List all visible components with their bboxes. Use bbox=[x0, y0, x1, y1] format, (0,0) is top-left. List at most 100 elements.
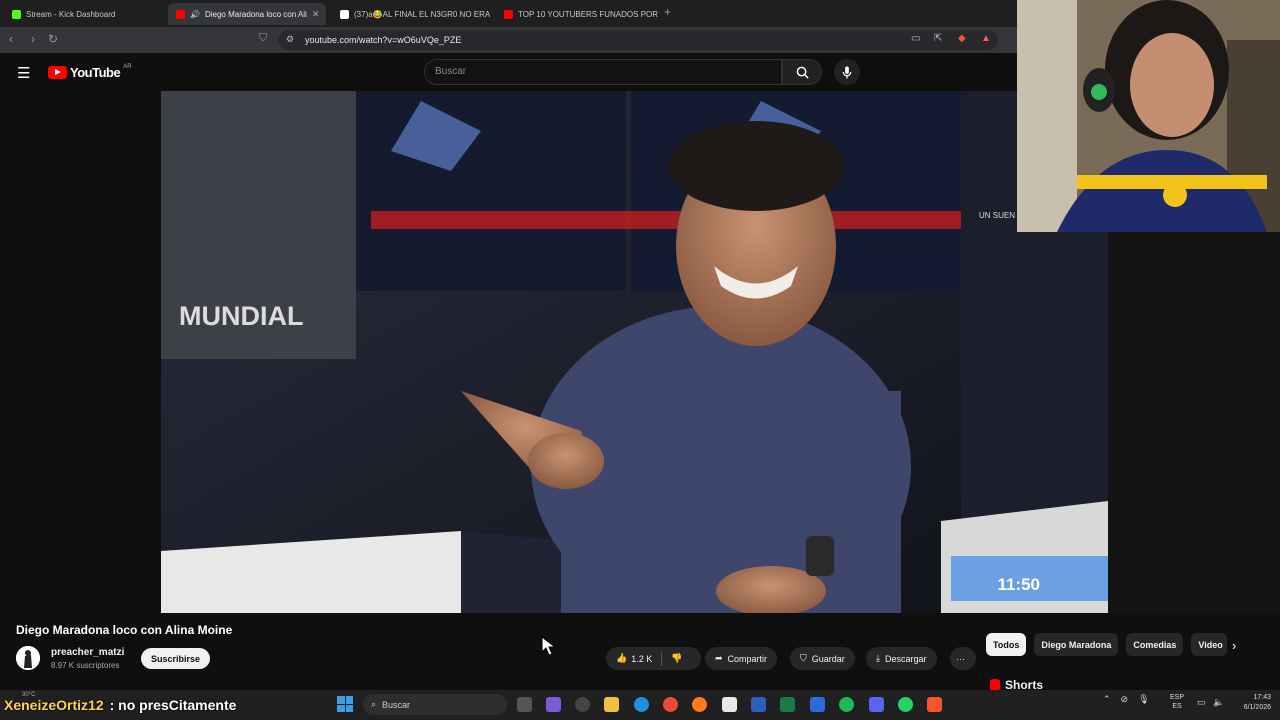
sidebar-placeholder bbox=[1108, 232, 1280, 613]
firefox-icon[interactable] bbox=[692, 697, 707, 712]
brave-icon[interactable] bbox=[927, 697, 942, 712]
mouse-cursor-icon bbox=[541, 636, 557, 656]
video-duration: 11:50 bbox=[997, 575, 1040, 594]
share-button[interactable]: ➦ Compartir bbox=[705, 647, 778, 670]
chrome-icon[interactable] bbox=[663, 697, 678, 712]
tray-chevron-icon[interactable]: ⌃ bbox=[1103, 694, 1111, 705]
spotify-icon[interactable] bbox=[839, 697, 854, 712]
language-indicator[interactable]: ESP ES bbox=[1170, 693, 1184, 711]
more-dots-icon: ··· bbox=[956, 653, 965, 664]
voice-search-button[interactable] bbox=[834, 59, 860, 85]
search-icon bbox=[796, 66, 809, 79]
search-placeholder: Buscar bbox=[435, 66, 467, 77]
chat-message: : no presCitamente bbox=[109, 697, 237, 713]
like-count: 1.2 K bbox=[631, 653, 653, 664]
taskbar-search[interactable]: ⌕ Buscar bbox=[363, 694, 507, 715]
url-text: youtube.com/watch?v=wO6uVQe_PZE bbox=[305, 35, 462, 45]
youtube-logo[interactable]: YouTube AR bbox=[48, 64, 132, 80]
subscribe-button[interactable]: Suscribirse bbox=[141, 648, 211, 669]
thumbs-down-icon: 👎 bbox=[671, 653, 683, 663]
back-icon[interactable]: ‹ bbox=[9, 32, 13, 46]
copilot-icon[interactable] bbox=[546, 697, 561, 712]
taskbar-search-placeholder: Buscar bbox=[382, 699, 411, 710]
hamburger-menu-icon[interactable]: ☰ bbox=[17, 64, 30, 82]
share-page-icon[interactable]: ⇱ bbox=[934, 33, 942, 44]
save-button[interactable]: ⛉ Guardar bbox=[790, 647, 855, 670]
chip-video[interactable]: Video bbox=[1191, 633, 1228, 656]
excel-icon[interactable] bbox=[780, 697, 795, 712]
save-label: Guardar bbox=[811, 653, 845, 664]
share-arrow-icon: ➦ bbox=[715, 653, 723, 663]
chips-next-icon[interactable]: › bbox=[1232, 638, 1236, 653]
chip-diego-maradona[interactable]: Diego Maradona bbox=[1034, 633, 1119, 656]
search-input[interactable]: Buscar bbox=[424, 59, 782, 85]
download-label: Descargar bbox=[884, 653, 927, 664]
word-icon[interactable] bbox=[751, 697, 766, 712]
file-explorer-icon[interactable] bbox=[604, 697, 619, 712]
like-dislike-group: 👍 1.2 K 👎 bbox=[606, 647, 701, 670]
clock-time: 17:43 bbox=[1253, 694, 1271, 701]
thumbs-up-icon: 👍 bbox=[616, 653, 628, 663]
tiktok-favicon-icon bbox=[340, 9, 349, 19]
chat-username: XeneizeOrtiz12 bbox=[4, 697, 104, 713]
forward-icon[interactable]: › bbox=[31, 32, 35, 46]
search-icon: ⌕ bbox=[371, 699, 377, 709]
video-player[interactable]: MUNDIAL UN SUEN 11:50 bbox=[161, 91, 1108, 613]
edge-icon[interactable] bbox=[634, 697, 649, 712]
close-tab-icon[interactable]: ✕ bbox=[312, 9, 320, 20]
store-icon[interactable] bbox=[722, 697, 737, 712]
video-overlay-un-suen: UN SUEN bbox=[979, 211, 1015, 220]
video-overlay-mundial: MUNDIAL bbox=[179, 301, 303, 331]
reload-icon[interactable]: ↻ bbox=[48, 32, 58, 46]
tab-title: Stream - Kick Dashboard bbox=[26, 9, 116, 19]
youtube-favicon-icon bbox=[176, 9, 185, 19]
tab-title: (37)a😂AL FINAL EL N3GR0 NO ERA bbox=[354, 9, 491, 19]
discord-icon[interactable] bbox=[869, 697, 884, 712]
like-button[interactable]: 👍 1.2 K bbox=[616, 653, 652, 664]
related-chips: Todos Diego Maradona Comedias Video bbox=[986, 633, 1228, 656]
share-label: Compartir bbox=[727, 653, 768, 664]
chip-todos[interactable]: Todos bbox=[986, 633, 1027, 656]
more-actions-button[interactable]: ··· bbox=[950, 647, 976, 670]
video-title: Diego Maradona loco con Alina Moine bbox=[16, 623, 233, 637]
channel-name[interactable]: preacher_matzi bbox=[51, 647, 124, 658]
network-off-icon[interactable]: ⊘ bbox=[1121, 694, 1129, 705]
dislike-button[interactable]: 👎 bbox=[671, 653, 682, 664]
obs-icon[interactable] bbox=[575, 697, 590, 712]
brave-rewards-icon[interactable]: ▲ bbox=[981, 33, 991, 44]
bookmark-add-icon: ⛉ bbox=[800, 653, 807, 663]
search-button[interactable] bbox=[782, 59, 822, 85]
webcam-image bbox=[1017, 0, 1280, 232]
brave-shield-icon[interactable]: ◆ bbox=[958, 33, 966, 44]
chat-overlay: XeneizeOrtiz12 : no presCitamente bbox=[4, 697, 236, 713]
channel-avatar[interactable] bbox=[16, 646, 40, 670]
whatsapp-icon[interactable] bbox=[898, 697, 913, 712]
cast-icon[interactable]: ▭ bbox=[911, 33, 920, 44]
zoom-icon[interactable] bbox=[810, 697, 825, 712]
url-field[interactable]: ⚙ youtube.com/watch?v=wO6uVQe_PZE bbox=[278, 30, 998, 50]
new-tab-button[interactable]: + bbox=[664, 5, 671, 19]
youtube-favicon-icon bbox=[504, 9, 513, 19]
bookmark-icon[interactable]: ⛉ bbox=[259, 32, 267, 45]
tab-title: Diego Maradona loco con Ali bbox=[204, 9, 307, 19]
microphone-icon bbox=[842, 66, 852, 79]
tab-tiktok[interactable]: (37)a😂AL FINAL EL N3GR0 NO ERA bbox=[332, 3, 494, 25]
tab-kick-dashboard[interactable]: Stream - Kick Dashboard bbox=[4, 3, 166, 25]
clock[interactable]: 17:43 6/1/2026 bbox=[1233, 693, 1271, 713]
download-button[interactable]: ⤓ Descargar bbox=[866, 647, 937, 670]
windows-start-icon[interactable] bbox=[337, 696, 353, 712]
download-icon: ⤓ bbox=[876, 653, 880, 663]
youtube-play-icon bbox=[48, 66, 67, 79]
task-view-icon[interactable] bbox=[517, 697, 532, 712]
kick-favicon-icon bbox=[12, 9, 21, 19]
tab-title: TOP 10 YOUTUBERS FUNADOS POR... bbox=[518, 9, 658, 19]
chip-comedias[interactable]: Comedias bbox=[1126, 633, 1184, 656]
system-tray: ⌃ ⊘ 🎙 bbox=[1103, 694, 1150, 705]
volume-icon[interactable]: 🔈 bbox=[1213, 697, 1224, 708]
tab-maradona-video[interactable]: 🔊 Diego Maradona loco con Ali ✕ bbox=[168, 3, 326, 25]
display-icon[interactable]: ▭ bbox=[1197, 697, 1206, 708]
language-bottom: ES bbox=[1172, 703, 1182, 710]
tab-top-10-youtubers[interactable]: TOP 10 YOUTUBERS FUNADOS POR... bbox=[496, 3, 658, 25]
site-info-icon[interactable]: ⚙ bbox=[286, 34, 294, 45]
microphone-icon[interactable]: 🎙 bbox=[1138, 694, 1149, 705]
